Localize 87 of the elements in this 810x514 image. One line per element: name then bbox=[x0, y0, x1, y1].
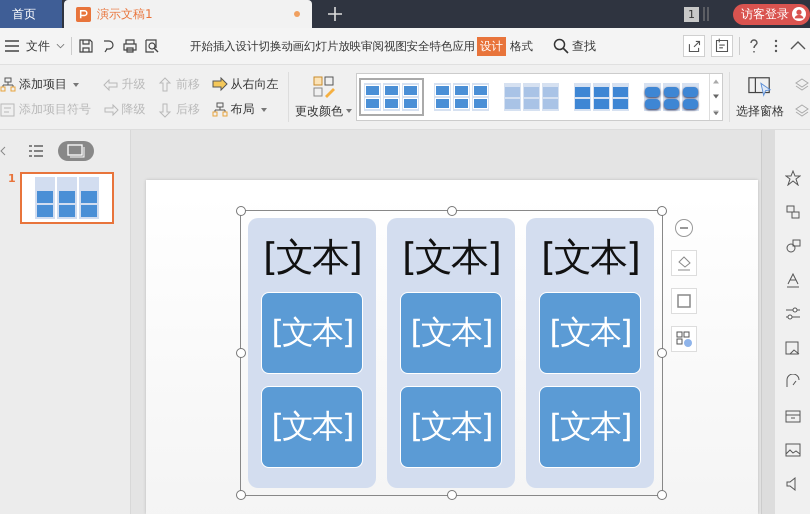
outline-view-icon bbox=[28, 143, 44, 159]
document-tab[interactable]: 首页 bbox=[0, 0, 62, 28]
bars-icon bbox=[703, 7, 709, 21]
note-icon[interactable] bbox=[711, 35, 733, 57]
text-box: [文本] bbox=[400, 292, 502, 374]
arrow-icon bbox=[157, 76, 173, 92]
ribbon-tab[interactable]: 特色应用 bbox=[430, 36, 476, 56]
gauge-icon[interactable] bbox=[784, 374, 800, 390]
resize-handle[interactable] bbox=[657, 490, 667, 500]
collapse-icon[interactable] bbox=[0, 146, 6, 156]
print-icon[interactable] bbox=[122, 38, 138, 54]
fill-icon[interactable] bbox=[671, 250, 697, 276]
text-style-icon[interactable] bbox=[784, 272, 800, 288]
hierarchy-icon bbox=[212, 102, 228, 118]
slide-number: 1 bbox=[8, 172, 16, 185]
arrow-icon bbox=[102, 76, 118, 92]
layout-icon[interactable] bbox=[671, 326, 697, 352]
slide-thumbnail[interactable] bbox=[20, 172, 114, 224]
ribbon-tab[interactable]: 审阅 bbox=[361, 36, 384, 56]
tab-label: 首页 bbox=[12, 6, 37, 22]
chevron-icon bbox=[56, 43, 65, 49]
arrow-icon bbox=[102, 102, 118, 118]
star-icon[interactable] bbox=[784, 170, 800, 186]
selection-pane-button[interactable]: 选择窗格 bbox=[736, 74, 784, 120]
resize-handle[interactable] bbox=[236, 490, 246, 500]
box-icon[interactable] bbox=[784, 408, 800, 424]
ribbon-tab[interactable]: 格式 bbox=[510, 36, 533, 56]
resize-handle[interactable] bbox=[236, 206, 246, 216]
ribbon-tab[interactable]: 安全 bbox=[406, 36, 430, 56]
text-box: [文本] bbox=[261, 386, 363, 468]
style-option[interactable] bbox=[359, 78, 424, 116]
ribbon-tab[interactable]: 插入 bbox=[212, 36, 236, 56]
scroll-up-icon[interactable] bbox=[713, 79, 720, 84]
arrow-icon bbox=[157, 102, 173, 118]
change-color-button[interactable]: 更改颜色 bbox=[295, 74, 352, 120]
login-button[interactable]: 访客登录 bbox=[733, 4, 810, 24]
find-button[interactable]: 查找 bbox=[552, 38, 596, 54]
text-box: [文本] bbox=[261, 292, 363, 374]
caret-icon bbox=[346, 109, 352, 114]
new-tab-icon[interactable] bbox=[328, 7, 342, 21]
avatar-icon bbox=[792, 7, 806, 21]
resize-handle[interactable] bbox=[236, 348, 246, 358]
arrow-icon bbox=[212, 76, 228, 92]
outline-icon[interactable] bbox=[671, 288, 697, 314]
shape-icon[interactable] bbox=[784, 204, 800, 220]
text-box: [文本] bbox=[539, 386, 641, 468]
search-icon bbox=[552, 38, 569, 54]
presentation-icon bbox=[76, 6, 91, 22]
picture-icon[interactable] bbox=[784, 442, 800, 458]
expand-icon[interactable] bbox=[713, 110, 720, 115]
scroll-down-icon[interactable] bbox=[713, 94, 720, 100]
share-icon[interactable] bbox=[683, 35, 705, 57]
resize-handle[interactable] bbox=[657, 206, 667, 216]
ribbon-tab[interactable]: 切换 bbox=[258, 36, 282, 56]
text-box: [文本] bbox=[400, 386, 502, 468]
column-header: [文本] bbox=[541, 238, 639, 276]
ribbon-tab[interactable]: 幻灯片放映 bbox=[304, 36, 362, 56]
view-toggle[interactable] bbox=[58, 141, 94, 161]
menu-icon[interactable] bbox=[4, 38, 20, 54]
resize-handle[interactable] bbox=[446, 490, 456, 500]
file-menu[interactable]: 文件 bbox=[26, 38, 50, 54]
window-count[interactable]: 1 bbox=[684, 6, 699, 22]
save-icon[interactable] bbox=[78, 38, 94, 54]
slides-icon bbox=[67, 144, 85, 158]
ribbon-tab[interactable]: 设计 bbox=[236, 36, 258, 56]
resize-handle[interactable] bbox=[446, 206, 456, 216]
scrollbar[interactable] bbox=[761, 130, 774, 514]
sliders-icon[interactable] bbox=[784, 306, 800, 322]
hierarchy-icon bbox=[0, 76, 16, 92]
ribbon-tab[interactable]: 动画 bbox=[281, 36, 304, 56]
minus-icon[interactable] bbox=[674, 218, 694, 238]
ribbon-tab[interactable]: 视图 bbox=[384, 36, 407, 56]
column-header: [文本] bbox=[263, 238, 361, 276]
column-header: [文本] bbox=[402, 238, 500, 276]
ribbon-tool[interactable]: 添加项目 bbox=[0, 76, 94, 93]
palette-icon bbox=[312, 74, 336, 98]
resize-handle[interactable] bbox=[657, 348, 667, 358]
circle-icon[interactable] bbox=[784, 238, 800, 254]
preview-icon[interactable] bbox=[144, 38, 160, 54]
tab-label: 演示文稿1 bbox=[97, 6, 154, 22]
bullet-list-icon bbox=[0, 102, 16, 118]
pane-icon bbox=[748, 74, 772, 98]
ribbon-tab[interactable]: 开始 bbox=[190, 36, 213, 56]
ribbon-tool[interactable]: 从右向左 bbox=[212, 76, 282, 93]
text-box: [文本] bbox=[539, 292, 641, 374]
ribbon-tool[interactable]: 布局 bbox=[212, 101, 282, 118]
image-icon[interactable] bbox=[784, 340, 800, 356]
